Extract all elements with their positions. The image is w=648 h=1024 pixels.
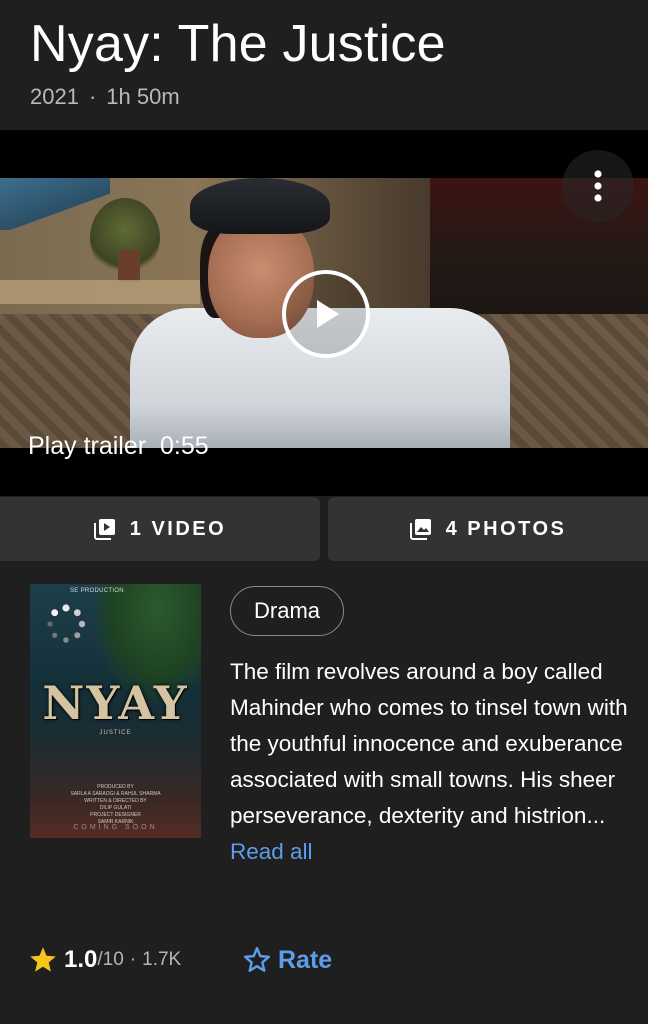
plot-summary[interactable]: The film revolves around a boy called Ma… [230, 654, 630, 870]
loading-spinner-icon [47, 604, 86, 643]
trailer-duration: 0:55 [160, 432, 209, 460]
runtime: 1h 50m [106, 84, 180, 109]
poster-title: NYAY [42, 676, 189, 730]
poster-subtitle: JUSTICE [99, 730, 132, 736]
videos-button[interactable]: 1 VIDEO [0, 497, 320, 561]
photo-library-icon [409, 519, 431, 540]
rate-label: Rate [278, 945, 333, 974]
imdb-rating[interactable]: 1.0/10 · 1.7K [28, 942, 181, 978]
poster-coming-soon: COMING SOON [73, 824, 158, 831]
photos-button[interactable]: 4 PHOTOS [328, 497, 648, 561]
rate-button[interactable]: Rate [242, 940, 332, 980]
star-icon [30, 947, 56, 972]
title-page: Nyay: The Justice 2021 · 1h 50m Play tra… [0, 0, 648, 1024]
page-title: Nyay: The Justice [30, 15, 446, 73]
more-vertical-icon [594, 170, 602, 202]
play-icon [317, 300, 339, 328]
rating-score: 1.0 [64, 946, 98, 973]
movie-poster[interactable]: SE PRODUCTION NYAY JUSTICE PRODUCED BY S… [30, 584, 201, 838]
media-buttons: 1 VIDEO 4 PHOTOS [0, 497, 648, 561]
star-outline-icon [243, 946, 271, 972]
read-all-link[interactable]: Read all [230, 839, 313, 864]
poster-production-text: SE PRODUCTION [70, 588, 124, 594]
more-options-button[interactable] [562, 150, 634, 222]
play-trailer-label[interactable]: Play trailer 0:55 [28, 432, 209, 461]
meta-separator: · [88, 84, 97, 109]
play-trailer-button[interactable] [282, 270, 370, 358]
trailer-player[interactable]: Play trailer 0:55 [0, 130, 648, 496]
genre-chip-drama[interactable]: Drama [230, 586, 345, 636]
video-library-icon [93, 519, 115, 540]
release-year: 2021 [30, 84, 79, 109]
poster-credits: PRODUCED BY SARLA A SARAOGI & RAHUL SHAR… [70, 784, 161, 825]
title-meta: 2021 · 1h 50m [30, 84, 180, 110]
plot-text: The film revolves around a boy called Ma… [230, 659, 628, 828]
rating-separator: · [129, 949, 137, 970]
rating-scale: /10 [97, 949, 124, 970]
title-header: Nyay: The Justice 2021 · 1h 50m [0, 0, 648, 130]
rating-votes: 1.7K [142, 949, 182, 970]
